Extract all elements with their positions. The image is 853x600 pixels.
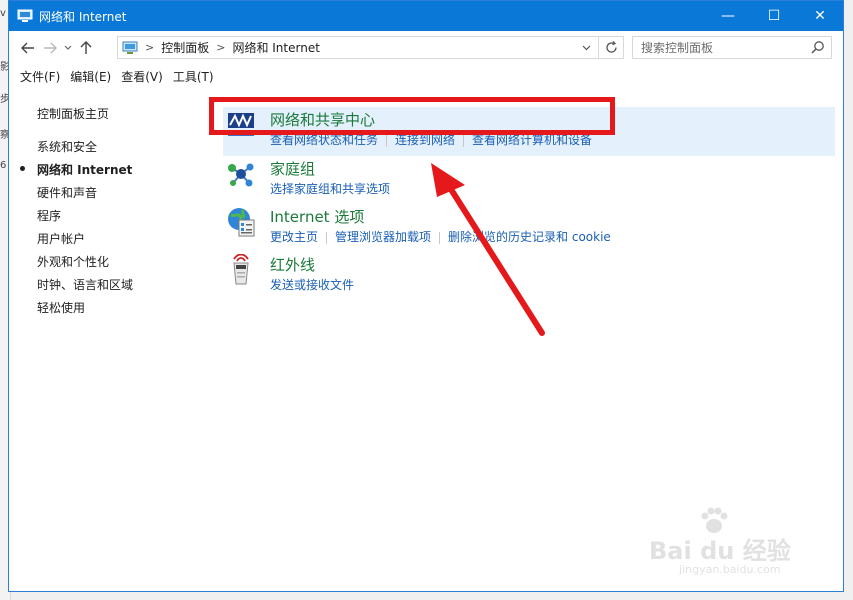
navigation-bar: > 控制面板 > 网络和 Internet bbox=[9, 31, 843, 65]
recent-locations-chevron-icon[interactable] bbox=[61, 37, 75, 59]
up-arrow-icon[interactable] bbox=[75, 37, 97, 59]
annotation-highlight-box bbox=[209, 97, 615, 135]
link-view-network-status[interactable]: 查看网络状态和任务 bbox=[270, 133, 378, 147]
breadcrumb-separator-icon: > bbox=[216, 41, 226, 54]
control-panel-icon bbox=[122, 41, 138, 54]
breadcrumb-network-internet[interactable]: 网络和 Internet bbox=[232, 39, 319, 56]
annotation-arrow-icon bbox=[431, 163, 545, 336]
sidebar-item-control-panel-home[interactable]: 控制面板主页 bbox=[37, 105, 109, 122]
sidebar-item-appearance[interactable]: 外观和个性化 bbox=[37, 253, 109, 270]
link-connect-to-network[interactable]: 连接到网络 bbox=[395, 133, 455, 147]
control-panel-icon bbox=[17, 9, 33, 22]
title-bar[interactable]: 网络和 Internet — ☐ ✕ bbox=[9, 1, 843, 31]
breadcrumb-control-panel[interactable]: 控制面板 bbox=[161, 39, 209, 56]
sidebar-item-clock-region[interactable]: 时钟、语言和区域 bbox=[37, 276, 133, 293]
sidebar-item-hardware-sound[interactable]: 硬件和声音 bbox=[37, 184, 97, 201]
homegroup-icon bbox=[228, 163, 254, 187]
menu-bar: 文件(F) 编辑(E) 查看(V) 工具(T) bbox=[9, 65, 843, 87]
maximize-button[interactable]: ☐ bbox=[751, 1, 797, 31]
window-title: 网络和 Internet bbox=[39, 9, 127, 24]
category-title-infrared[interactable]: 红外线 bbox=[270, 254, 315, 275]
minimize-button[interactable]: — bbox=[705, 1, 751, 31]
link-change-homepage[interactable]: 更改主页 bbox=[270, 230, 318, 244]
edge-char: 6 bbox=[0, 160, 7, 171]
address-dropdown-icon[interactable] bbox=[577, 37, 595, 58]
close-button[interactable]: ✕ bbox=[797, 1, 843, 31]
back-arrow-icon[interactable] bbox=[17, 37, 39, 59]
sidebar-item-ease-of-access[interactable]: 轻松使用 bbox=[37, 299, 85, 316]
sidebar-item-programs[interactable]: 程序 bbox=[37, 207, 61, 224]
breadcrumb-separator-icon: > bbox=[145, 41, 155, 54]
link-view-network-computers[interactable]: 查看网络计算机和设备 bbox=[472, 133, 592, 147]
category-title-homegroup[interactable]: 家庭组 bbox=[270, 158, 315, 179]
menu-tools[interactable]: 工具(T) bbox=[168, 68, 219, 85]
link-manage-addons[interactable]: 管理浏览器加载项 bbox=[335, 230, 431, 244]
edge-char: v bbox=[0, 8, 6, 19]
search-icon[interactable] bbox=[811, 40, 825, 54]
internet-options-icon bbox=[228, 208, 255, 237]
control-panel-window: 网络和 Internet — ☐ ✕ > 控制面板 > 网络和 Internet… bbox=[8, 0, 844, 592]
active-bullet-icon bbox=[20, 166, 25, 171]
link-separator bbox=[326, 231, 328, 244]
menu-edit[interactable]: 编辑(E) bbox=[65, 68, 116, 85]
search-input[interactable] bbox=[639, 39, 808, 56]
baidu-jingyan-watermark: Bai du 经验 jingyan.baidu.com bbox=[649, 501, 819, 581]
forward-arrow-icon[interactable] bbox=[39, 37, 61, 59]
address-bar[interactable]: > 控制面板 > 网络和 Internet bbox=[117, 36, 624, 59]
category-title-internet-options[interactable]: Internet 选项 bbox=[270, 206, 364, 227]
menu-file[interactable]: 文件(F) bbox=[15, 68, 65, 85]
sidebar-item-system-security[interactable]: 系统和安全 bbox=[37, 138, 97, 155]
search-box[interactable] bbox=[632, 36, 832, 59]
infrared-icon bbox=[233, 254, 249, 285]
link-homegroup-sharing-options[interactable]: 选择家庭组和共享选项 bbox=[270, 182, 390, 196]
menu-view[interactable]: 查看(V) bbox=[116, 68, 168, 85]
sidebar-item-network-internet[interactable]: 网络和 Internet bbox=[37, 161, 132, 178]
refresh-icon[interactable] bbox=[598, 37, 623, 58]
watermark-url: jingyan.baidu.com bbox=[679, 563, 781, 576]
link-separator bbox=[386, 134, 388, 147]
link-separator bbox=[463, 134, 465, 147]
link-send-receive-files[interactable]: 发送或接收文件 bbox=[270, 278, 354, 292]
sidebar-item-user-accounts[interactable]: 用户帐户 bbox=[37, 230, 85, 247]
watermark-brand: Bai du 经验 bbox=[649, 537, 791, 565]
